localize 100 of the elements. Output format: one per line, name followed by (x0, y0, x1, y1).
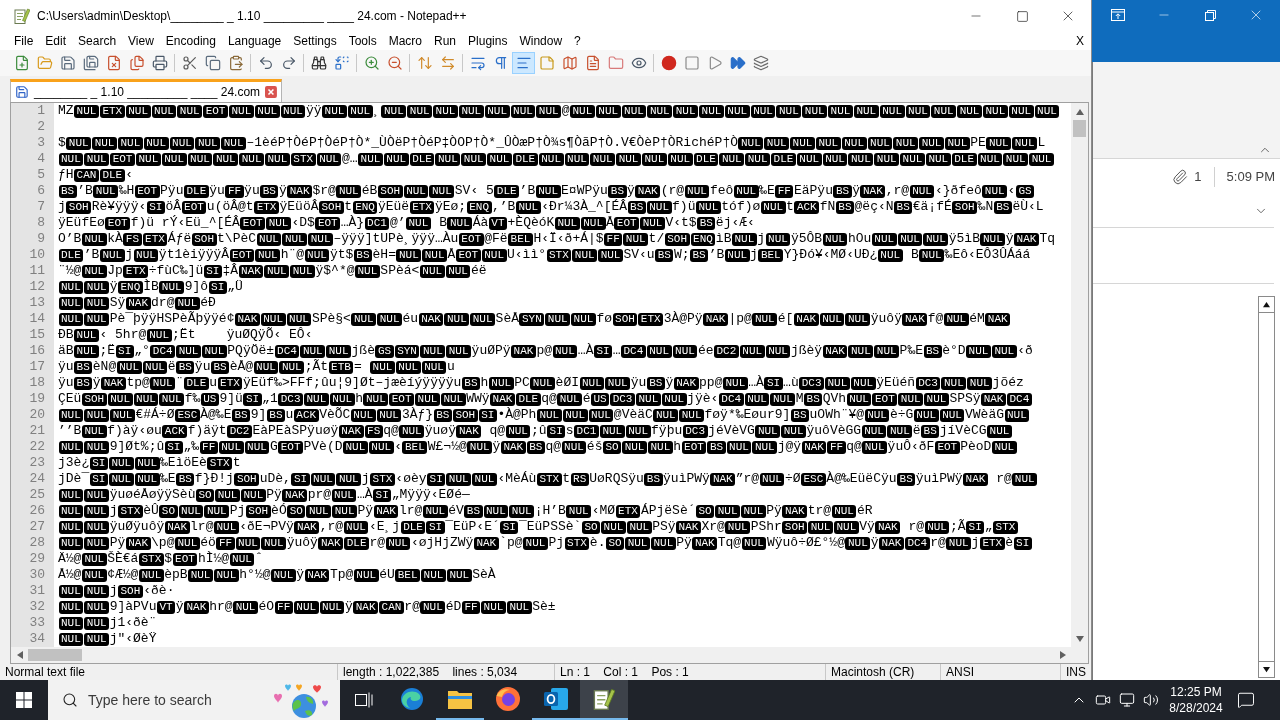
control-character: BS (644, 472, 663, 486)
file-tab[interactable]: ________ _ 1.10 _________ ____ 24.com (10, 79, 282, 102)
binary-text: WWÿ (466, 391, 490, 407)
paperclip-icon (1172, 169, 1189, 185)
control-character: NUL (535, 184, 561, 198)
control-character: NUL (790, 136, 815, 150)
binary-text: føÿ*‰Eøur9] (704, 407, 791, 423)
binary-text: ÿt$ (329, 247, 354, 263)
binary-text: èÛ (143, 503, 159, 519)
menu-item[interactable]: Language (221, 32, 288, 50)
binary-text: 3Àƒ} (401, 407, 434, 423)
notepad-app-button[interactable] (580, 680, 628, 720)
binary-text: ÿuØPÿ (471, 343, 511, 359)
menu-item[interactable]: Run (428, 32, 463, 50)
control-character: NUL (381, 104, 407, 118)
binary-text: èÓ (271, 503, 287, 519)
control-character: NUL (422, 248, 448, 262)
control-character: NUL (213, 520, 239, 534)
binary-text: éu (402, 311, 419, 327)
binary-text: j (971, 535, 980, 551)
binoculars-icon (310, 55, 327, 71)
control-character: US (200, 392, 219, 406)
scrollbar-thumb[interactable] (1073, 120, 1086, 137)
control-character: DLE (512, 152, 538, 166)
control-character: NUL (646, 344, 672, 358)
control-character: NUL (815, 136, 841, 150)
binary-text: ”r@ (735, 471, 760, 487)
control-character: NAK (860, 184, 886, 198)
control-character: NUL (58, 296, 84, 310)
control-character: DLE (771, 152, 796, 166)
menu-item[interactable]: Plugins (462, 32, 514, 50)
line-number: 30 (11, 567, 54, 583)
binary-text: ÿ (344, 599, 353, 615)
binary-text: … (612, 343, 621, 359)
control-character: NUL (377, 312, 403, 326)
binary-text: fÿþu (651, 423, 683, 439)
line-number: 29 (11, 551, 54, 567)
binary-text: j (58, 199, 66, 215)
open-folder-icon (36, 55, 53, 71)
binary-text: ,r@ (319, 519, 344, 535)
binary-text: éV (448, 503, 464, 519)
menu-item[interactable]: Edit (39, 32, 73, 50)
scrollbar-thumb[interactable] (28, 649, 82, 661)
control-character: NUL (445, 264, 471, 278)
tab-close-icon[interactable] (265, 86, 277, 98)
scissors-icon (181, 55, 198, 71)
control-character: NUL (407, 104, 433, 118)
line-number: 14 (11, 311, 54, 327)
control-character: NUL (760, 200, 786, 214)
binary-text: t (562, 471, 571, 487)
control-character: NUL (850, 376, 876, 390)
control-character: SI (593, 344, 613, 358)
control-character: NUL (530, 376, 556, 390)
control-character: RS (570, 472, 589, 486)
control-character: NUL (174, 296, 200, 310)
binary-text: VWèäG (965, 407, 1004, 423)
control-character: SI (164, 440, 183, 454)
control-character: NUL (260, 312, 286, 326)
control-character: NAK (985, 312, 1011, 326)
monitor-icon (1119, 692, 1135, 708)
control-character: BS (74, 360, 93, 374)
search-box[interactable]: Type here to search (48, 680, 340, 720)
menu-item[interactable]: Settings (287, 32, 343, 50)
control-character: NUL (446, 344, 472, 358)
binary-text: j"‹ØèŸ (109, 631, 157, 647)
control-character: NUL (557, 392, 583, 406)
control-character: NUL (229, 104, 254, 118)
search-input[interactable]: Type here to search (88, 689, 248, 711)
text-lines-icon (515, 55, 532, 71)
menu-item[interactable]: File (8, 32, 40, 50)
control-character: SOH (319, 200, 344, 214)
clock-button[interactable]: 12:25 PM 8/28/2024 (1163, 680, 1229, 720)
menu-item[interactable]: View (122, 32, 160, 50)
menu-item[interactable]: Encoding (159, 32, 222, 50)
control-character: NUL (461, 152, 487, 166)
menu-item[interactable]: Search (72, 32, 123, 50)
control-character: SO (159, 504, 178, 518)
control-character: NUL (81, 232, 107, 246)
control-character: NUL (957, 104, 982, 118)
binary-text: ŠÈ€á (107, 551, 139, 567)
control-character: NUL (383, 152, 409, 166)
binary-text: @VèäC (613, 407, 653, 423)
close-document-button[interactable]: X (1071, 32, 1089, 50)
binary-text: h (673, 439, 682, 455)
restore-icon (1204, 9, 1216, 21)
control-character: NUL (893, 136, 919, 150)
binary-text: „Mÿÿÿ‹EØé— (391, 487, 470, 503)
menu-item[interactable]: ? (568, 32, 587, 50)
indent-guide-button[interactable] (512, 52, 535, 74)
menu-item[interactable]: Window (513, 32, 569, 50)
file-x-icon (105, 55, 122, 71)
line-number: 12 (11, 279, 54, 295)
control-character: FF (461, 600, 481, 614)
control-character: BS (697, 216, 716, 230)
control-character: NUL (188, 568, 213, 582)
menu-item[interactable]: Macro (382, 32, 428, 50)
control-character: NUL (673, 104, 699, 118)
binary-text: ¡H’B (534, 503, 566, 519)
control-character: ETX (638, 312, 664, 326)
menu-item[interactable]: Tools (342, 32, 383, 50)
